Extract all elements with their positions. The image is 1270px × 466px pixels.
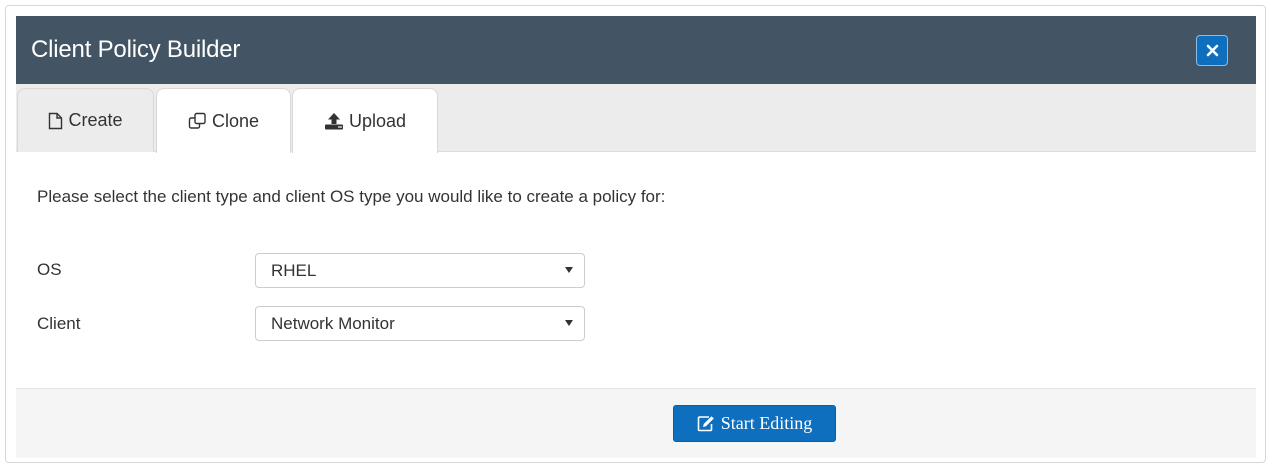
os-select-value: RHEL: [271, 260, 317, 280]
modal-header: Client Policy Builder: [16, 16, 1256, 84]
tab-upload[interactable]: Upload: [292, 88, 438, 153]
close-button[interactable]: [1196, 35, 1228, 66]
clone-icon: [188, 112, 207, 130]
modal-body: Please select the client type and client…: [16, 152, 1256, 388]
os-label: OS: [37, 260, 62, 279]
start-editing-label: Start Editing: [720, 413, 813, 433]
client-policy-builder-modal: Client Policy Builder Create Clone Uploa…: [16, 16, 1256, 458]
caret-down-icon: [565, 320, 573, 326]
tab-clone-label: Clone: [211, 110, 260, 131]
caret-down-icon: [565, 267, 573, 273]
client-label: Client: [37, 314, 81, 333]
tabs-bar: Create Clone Upload: [16, 84, 1256, 153]
client-select-value: Network Monitor: [271, 313, 395, 333]
tab-create[interactable]: Create: [17, 88, 154, 152]
upload-icon: [324, 112, 344, 130]
start-editing-button[interactable]: Start Editing: [673, 405, 836, 442]
os-select[interactable]: RHEL: [255, 253, 585, 288]
file-icon: [48, 112, 63, 130]
tab-upload-label: Upload: [348, 110, 407, 131]
tab-create-label: Create: [68, 110, 123, 130]
modal-footer: Start Editing: [16, 388, 1256, 458]
client-select[interactable]: Network Monitor: [255, 306, 585, 341]
edit-icon: [697, 415, 715, 432]
instructions-text: Please select the client type and client…: [37, 187, 666, 206]
modal-title: Client Policy Builder: [31, 36, 241, 63]
tab-clone[interactable]: Clone: [156, 88, 291, 153]
close-icon: [1206, 44, 1218, 57]
